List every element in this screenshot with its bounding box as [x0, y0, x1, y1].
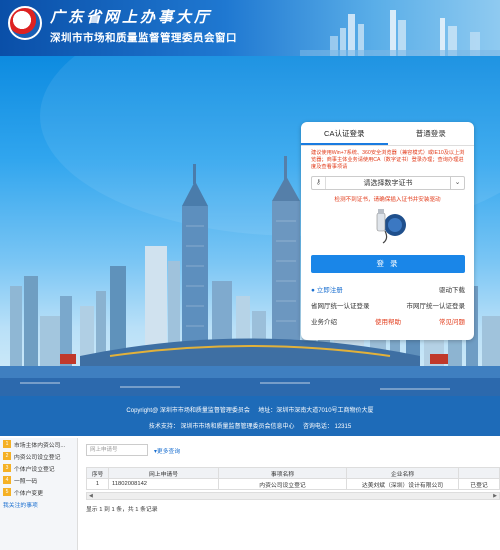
- more-query-link[interactable]: ▾更多查询: [154, 446, 180, 455]
- table-header-row: 序号 网上申请号 事项名称 企业名称: [86, 467, 500, 479]
- certificate-select[interactable]: ⚷ 请选择数字证书 ⌄: [311, 176, 465, 190]
- sidebar: 1 市场主体内资公司... 2 内资公司设立登记 3 个体户设立登记 4 一照一码 5个…: [0, 438, 78, 550]
- sidebar-item-5[interactable]: 5 个体户变更: [0, 486, 77, 498]
- col-header-status: [458, 467, 500, 479]
- usb-key-icon: [376, 209, 406, 244]
- hero-banner: CA认证登录 普通登录 建议使用Win+7系统、360安全浏览器（兼容模式）或I…: [0, 56, 500, 396]
- tab-ca-login[interactable]: CA认证登录: [301, 122, 388, 145]
- provincial-auth-login-link[interactable]: 省网厅统一认证登录: [311, 300, 370, 310]
- help-link[interactable]: 使用帮助: [375, 316, 401, 326]
- footer-phone: 咨询电话： 12315: [302, 424, 352, 430]
- col-header-application-number: 网上申请号: [108, 467, 219, 479]
- city-auth-login-link[interactable]: 市网厅统一认证登录: [407, 300, 466, 310]
- driver-download-link[interactable]: 驱动下载: [439, 284, 465, 294]
- results-table: 序号 网上申请号 事项名称 企业名称 1 11802008142 内资公司设立登…: [86, 467, 500, 490]
- col-header-company-name: 企业名称: [346, 467, 459, 479]
- scroll-right-arrow-icon[interactable]: ▶: [493, 493, 497, 499]
- sidebar-item-4[interactable]: 4 一照一码: [0, 474, 77, 486]
- pagination-info: 显示 1 到 1 条，共 1 条记录: [86, 507, 158, 513]
- login-button[interactable]: 登 录: [311, 255, 465, 273]
- site-header: 广东省网上办事大厅 深圳市市场和质量监督管理委员会窗口: [0, 0, 500, 56]
- cell-company-name: 达美刘斌（深圳）设计有限公司: [346, 478, 459, 490]
- table-row[interactable]: 1 11802008142 内资公司设立登记 达美刘斌（深圳）设计有限公司 已登…: [86, 478, 500, 490]
- register-link[interactable]: ● 立即注册: [311, 284, 343, 294]
- scroll-left-arrow-icon[interactable]: ◀: [89, 493, 93, 499]
- main-content: 网上申请号 ▾更多查询 序号 网上申请号 事项名称 企业名称 1 1180200…: [86, 444, 500, 513]
- sidebar-followed-items[interactable]: 我关注的事项: [0, 498, 77, 510]
- sidebar-item-2[interactable]: 2 内资公司设立登记: [0, 450, 77, 462]
- certificate-warning: 检测不到证书，请确保插入证书并安装驱动: [334, 197, 441, 203]
- browser-notice: 建议使用Win+7系统、360安全浏览器（兼容模式）或IE10及以上浏览器；商事…: [311, 150, 465, 170]
- footer-support: 技术支持： 深圳市市场和质量监督管理委员会信息中心: [148, 424, 295, 430]
- login-panel: CA认证登录 普通登录 建议使用Win+7系统、360安全浏览器（兼容模式）或I…: [301, 122, 474, 340]
- footer-copyright: Copyright@ 深圳市市场和质量监督管理委员会: [126, 408, 250, 414]
- page-title: 广东省网上办事大厅: [50, 9, 213, 26]
- application-number-input[interactable]: 网上申请号: [86, 444, 148, 456]
- cell-index: 1: [86, 478, 109, 490]
- search-bar: 网上申请号 ▾更多查询: [86, 444, 500, 456]
- admin-section: 1 市场主体内资公司... 2 内资公司设立登记 3 个体户设立登记 4 一照一码 5个…: [0, 436, 500, 550]
- col-header-index: 序号: [86, 467, 109, 479]
- footer-address: 地址：深圳市深南大道7010号工商物价大厦: [258, 408, 374, 414]
- header-skyline-image: [300, 10, 500, 56]
- certificate-select-value: 请选择数字证书: [363, 180, 413, 187]
- emblem-logo: [8, 6, 42, 40]
- cell-status: 已登记: [458, 478, 500, 490]
- chevron-down-icon[interactable]: ⌄: [450, 177, 464, 189]
- key-icon: ⚷: [312, 177, 326, 189]
- tab-normal-login[interactable]: 普通登录: [388, 122, 475, 145]
- cell-matter-name: 内资公司设立登记: [218, 478, 347, 490]
- sidebar-item-3[interactable]: 3 个体户设立登记: [0, 462, 77, 474]
- site-footer: Copyright@ 深圳市市场和质量监督管理委员会 地址：深圳市深南大道701…: [0, 396, 500, 436]
- business-intro-link[interactable]: 业务介绍: [311, 316, 337, 326]
- sidebar-item-1[interactable]: 1 市场主体内资公司...: [0, 438, 77, 450]
- page-subtitle: 深圳市市场和质量监督管理委员会窗口: [50, 32, 237, 44]
- horizontal-scrollbar[interactable]: ◀ ▶: [86, 492, 500, 500]
- login-tabs: CA认证登录 普通登录: [301, 122, 474, 146]
- cell-application-number: 11802008142: [108, 478, 219, 490]
- faq-link[interactable]: 常见问题: [439, 316, 465, 326]
- col-header-matter-name: 事项名称: [218, 467, 347, 479]
